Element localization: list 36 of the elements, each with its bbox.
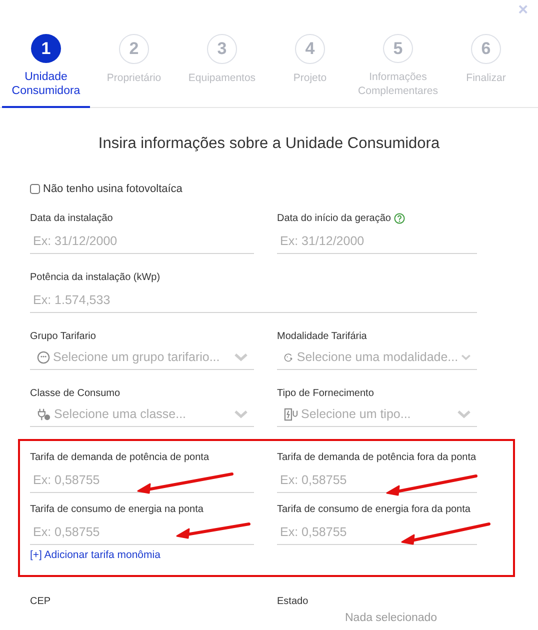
checkbox[interactable] xyxy=(30,184,40,194)
step-tab[interactable]: 5 Informações Complementares xyxy=(354,34,442,108)
field-label: Modalidade Tarifária xyxy=(277,331,367,342)
field-label: Grupo Tarifario xyxy=(30,331,96,342)
step-tab[interactable]: 1 Unidade Consumidora xyxy=(2,34,90,108)
close-button[interactable]: × xyxy=(518,1,528,18)
select-field[interactable]: Selecione uma classe... xyxy=(30,402,254,427)
field-label: Data da instalação xyxy=(30,213,113,224)
chevron-down-icon xyxy=(234,352,248,362)
add-tariff-link[interactable]: [+] Adicionar tarifa monômia xyxy=(30,549,160,561)
field-label: Tarifa de consumo de energia na ponta xyxy=(30,504,204,515)
chevron-down-icon xyxy=(457,410,471,418)
form-title: Insira informações sobre a Unidade Consumidora xyxy=(97,135,441,153)
help-icon[interactable] xyxy=(394,213,405,224)
field-label: Data do início da geração xyxy=(277,213,391,224)
field-label: CEP xyxy=(30,596,51,607)
field-label: Tarifa de demanda de potência fora da ponta xyxy=(277,452,476,463)
chevron-down-icon xyxy=(461,352,471,362)
chevron-down-icon xyxy=(234,410,248,418)
select-field[interactable]: Selecione uma modalidade... xyxy=(277,345,477,370)
field-label: Potência da instalação (kWp) xyxy=(30,272,160,283)
select-value[interactable]: Nada selecionado xyxy=(345,612,477,624)
field-label: Classe de Consumo xyxy=(30,388,120,399)
plug-icon xyxy=(37,408,51,420)
field-label: Tarifa de consumo de energia fora da ponta xyxy=(277,504,470,515)
step-tab[interactable]: 4 Projeto xyxy=(266,34,354,108)
checkbox-label: Não tenho usina fotovoltaíca xyxy=(43,183,182,195)
step-tab[interactable]: 2 Proprietário xyxy=(90,34,178,108)
meter-icon xyxy=(284,408,298,420)
select-field[interactable]: Selecione um tipo... xyxy=(277,402,477,427)
step-tab[interactable]: 3 Equipamentos xyxy=(178,34,266,108)
step-tab[interactable]: 6 Finalizar xyxy=(442,34,530,108)
field-label: Tarifa de demanda de potência de ponta xyxy=(30,452,210,463)
field-label: Tipo de Fornecimento xyxy=(277,388,374,399)
field-label: Estado xyxy=(277,596,308,607)
select-field[interactable]: Selecione um grupo tarifario... xyxy=(30,345,254,370)
